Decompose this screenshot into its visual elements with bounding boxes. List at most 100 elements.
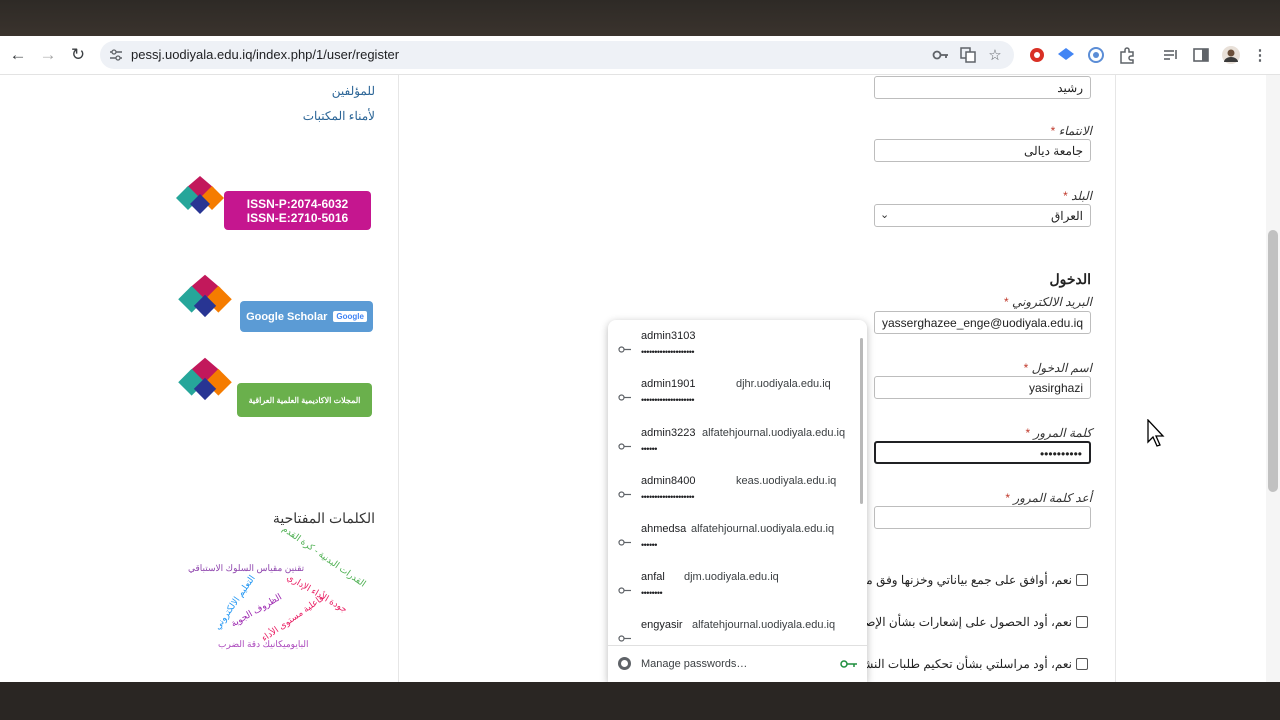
key-icon xyxy=(618,346,631,353)
issn-electronic: ISSN-E:2710-5016 xyxy=(246,210,349,225)
saved-password-mask: •••••• xyxy=(641,540,657,550)
journal-logo-icon xyxy=(178,357,232,401)
content-divider xyxy=(1115,75,1116,682)
sidebar-link-authors[interactable]: للمؤلفين xyxy=(280,84,375,98)
consent-notifications[interactable]: نعم، أود الحصول على إشعارات بشأن الإصدا xyxy=(856,615,1088,629)
scholar-extension-icon[interactable] xyxy=(1056,45,1076,65)
saved-username: admin1901 xyxy=(641,378,696,390)
saved-password-mask: •••••••• xyxy=(641,588,663,598)
username-label: اسم الدخول * xyxy=(1023,361,1092,375)
translate-icon[interactable] xyxy=(958,45,978,65)
last-name-field[interactable]: رشيد xyxy=(874,76,1091,99)
saved-site: alfatehjournal.uodiyala.edu.iq xyxy=(691,523,835,535)
saved-password-item[interactable]: anfal djm.uodiyala.edu.iq •••••••• xyxy=(608,565,858,613)
saved-password-mask: •••••• xyxy=(641,444,657,454)
key-icon xyxy=(618,587,631,594)
journal-logo-icon xyxy=(176,176,224,214)
saved-username: admin8400 xyxy=(641,475,696,487)
saved-password-item[interactable]: admin8400 keas.uodiyala.edu.iq •••••••••… xyxy=(608,469,858,517)
bookmark-star-icon[interactable]: ☆ xyxy=(985,45,1005,65)
forward-icon[interactable]: → xyxy=(36,43,60,67)
reload-icon[interactable]: ↻ xyxy=(66,43,90,67)
mouse-cursor-icon xyxy=(1147,419,1165,447)
address-bar[interactable]: pessj.uodiyala.edu.iq/index.php/1/user/r… xyxy=(100,41,1014,69)
adblock-extension-icon[interactable] xyxy=(1027,45,1047,65)
saved-password-mask: •••••••••••••••••••• xyxy=(641,395,695,405)
password-key-icon[interactable] xyxy=(931,45,951,65)
issn-print: ISSN-P:2074-6032 xyxy=(246,196,349,211)
consent-data-collection[interactable]: نعم، أوافق على جمع بياناتي وخزنها وفق ما… xyxy=(854,573,1088,587)
consent-checkbox[interactable] xyxy=(1076,616,1088,628)
key-icon xyxy=(618,539,631,546)
google-password-manager-icon xyxy=(618,657,631,670)
saved-username: admin3223 xyxy=(641,427,696,439)
email-field[interactable]: yasserghazee_enge@uodiyala.edu.iq xyxy=(874,311,1091,334)
manage-passwords-link[interactable]: Manage passwords… xyxy=(641,658,747,670)
saved-site: alfatehjournal.uodiyala.edu.iq xyxy=(702,427,846,439)
consent-text: نعم، أوافق على جمع بياناتي وخزنها وفق ما… xyxy=(853,573,1072,587)
saved-username: ahmedsa xyxy=(641,523,687,535)
sidebar-divider xyxy=(398,75,399,682)
key-icon xyxy=(618,394,631,401)
saved-username: admin3103 xyxy=(641,330,696,342)
journal-logo-icon xyxy=(178,274,232,318)
key-icon xyxy=(618,443,631,450)
scholar-label: Google Scholar xyxy=(246,310,328,323)
country-value: العراق xyxy=(1050,209,1083,223)
repeat-password-label: أعد كلمة المرور * xyxy=(1005,491,1092,505)
google-scholar-badge[interactable]: Google Scholar Google xyxy=(240,301,373,332)
affiliation-label: الانتماء * xyxy=(1050,124,1092,138)
saved-username: anfal xyxy=(641,571,665,583)
saved-password-item[interactable]: engyasir alfatehjournal.uodiyala.edu.iq xyxy=(608,613,858,661)
desktop-bottom-strip xyxy=(0,682,1280,720)
saved-password-item[interactable]: admin3223 alfatehjournal.uodiyala.edu.iq… xyxy=(608,421,858,469)
saved-password-item[interactable]: ahmedsa alfatehjournal.uodiyala.edu.iq •… xyxy=(608,517,858,565)
login-section-heading: الدخول xyxy=(1049,271,1091,287)
affiliation-field[interactable]: جامعة ديالى xyxy=(874,139,1091,162)
site-settings-icon[interactable] xyxy=(109,48,123,62)
saved-password-mask: •••••••••••••••••••• xyxy=(641,492,695,502)
side-panel-icon[interactable] xyxy=(1191,45,1211,65)
saved-password-item[interactable]: admin1901 djhr.uodiyala.edu.iq •••••••••… xyxy=(608,372,858,420)
saved-username: engyasir xyxy=(641,619,683,631)
country-label: البلد * xyxy=(1063,189,1092,203)
sidebar-link-librarians[interactable]: لأمناء المكتبات xyxy=(280,109,375,123)
menu-kebab-icon[interactable]: ⋮ xyxy=(1250,45,1270,65)
url-text: pessj.uodiyala.edu.iq/index.php/1/user/r… xyxy=(131,47,400,62)
saved-site: djm.uodiyala.edu.iq xyxy=(684,571,779,583)
issn-badge[interactable]: ISSN-P:2074-6032 ISSN-E:2710-5016 xyxy=(224,191,371,230)
password-autofill-popup: admin3103 •••••••••••••••••••• admin1901… xyxy=(608,320,867,682)
consent-text: نعم، أود الحصول على إشعارات بشأن الإصدا xyxy=(855,615,1072,629)
popup-scrollbar[interactable] xyxy=(860,338,863,504)
saved-password-item[interactable]: admin3103 •••••••••••••••••••• xyxy=(608,324,858,372)
circle-extension-icon[interactable] xyxy=(1086,45,1106,65)
extensions-puzzle-icon[interactable] xyxy=(1117,45,1137,65)
country-select[interactable]: ⌄ العراق xyxy=(874,204,1091,227)
email-label: البريد الالكتروني * xyxy=(1003,295,1092,309)
key-icon xyxy=(618,635,631,642)
page-scrollbar-thumb[interactable] xyxy=(1268,230,1278,492)
iraqi-academic-journals-badge[interactable]: المجلات الاكاديمية العلمية العراقية xyxy=(237,383,372,417)
consent-text: نعم، أود مراسلتي بشأن تحكيم طلبات النشر … xyxy=(849,657,1072,671)
keyword-item[interactable]: البايوميكانيك دقة الضرب xyxy=(218,639,309,650)
repeat-password-field[interactable] xyxy=(874,506,1091,529)
browser-toolbar: ← → ↻ pessj.uodiyala.edu.iq/index.php/1/… xyxy=(0,36,1280,75)
username-field[interactable]: yasirghazi xyxy=(874,376,1091,399)
page-scrollbar[interactable] xyxy=(1266,75,1280,682)
web-page: للمؤلفين لأمناء المكتبات ISSN-P:2074-603… xyxy=(0,75,1280,682)
saved-site: alfatehjournal.uodiyala.edu.iq xyxy=(692,619,836,631)
profile-avatar[interactable] xyxy=(1221,45,1241,65)
academic-label: المجلات الاكاديمية العلمية العراقية xyxy=(248,395,361,405)
consent-review-requests[interactable]: نعم، أود مراسلتي بشأن تحكيم طلبات النشر … xyxy=(850,657,1088,671)
consent-checkbox[interactable] xyxy=(1076,658,1088,670)
password-label: كلمة المرور * xyxy=(1025,426,1092,440)
keyword-item[interactable]: تقنين مقياس السلوك الاستباقي xyxy=(188,563,304,574)
saved-password-mask: •••••••••••••••••••• xyxy=(641,347,695,357)
saved-site: keas.uodiyala.edu.iq xyxy=(736,475,837,487)
media-queue-icon[interactable] xyxy=(1161,45,1181,65)
password-field[interactable]: •••••••••• xyxy=(874,441,1091,464)
back-icon[interactable]: ← xyxy=(6,43,30,67)
google-logo: Google xyxy=(333,311,367,322)
key-icon xyxy=(840,660,857,668)
consent-checkbox[interactable] xyxy=(1076,574,1088,586)
